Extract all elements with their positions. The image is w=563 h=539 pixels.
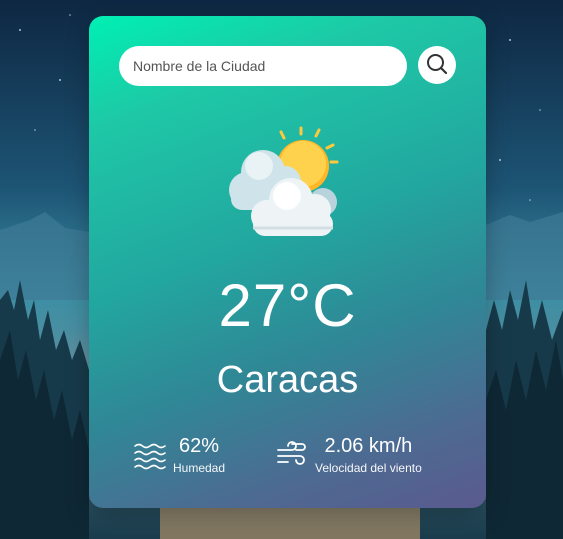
search-icon — [425, 52, 449, 79]
humidity-value: 62% — [179, 435, 220, 457]
search-button[interactable] — [418, 46, 456, 84]
wind-speed-label: Velocidad del viento — [315, 461, 422, 475]
wind-speed-value: 2.06 km/h — [324, 435, 413, 457]
wind-detail: 2.06 km/h Velocidad del viento — [275, 434, 422, 476]
weather-card: 27°C Caracas 62% Humedad 2.06 km/ — [89, 16, 486, 508]
humidity-detail: 62% Humedad — [133, 434, 225, 476]
wind-icon — [275, 438, 309, 472]
humidity-label: Humedad — [173, 461, 226, 475]
city-search-input[interactable] — [119, 46, 407, 86]
city-name: Caracas — [216, 359, 359, 401]
temperature-value: 27°C — [218, 272, 357, 339]
waves-icon — [133, 438, 167, 472]
partly-cloudy-sun-icon — [223, 120, 353, 238]
